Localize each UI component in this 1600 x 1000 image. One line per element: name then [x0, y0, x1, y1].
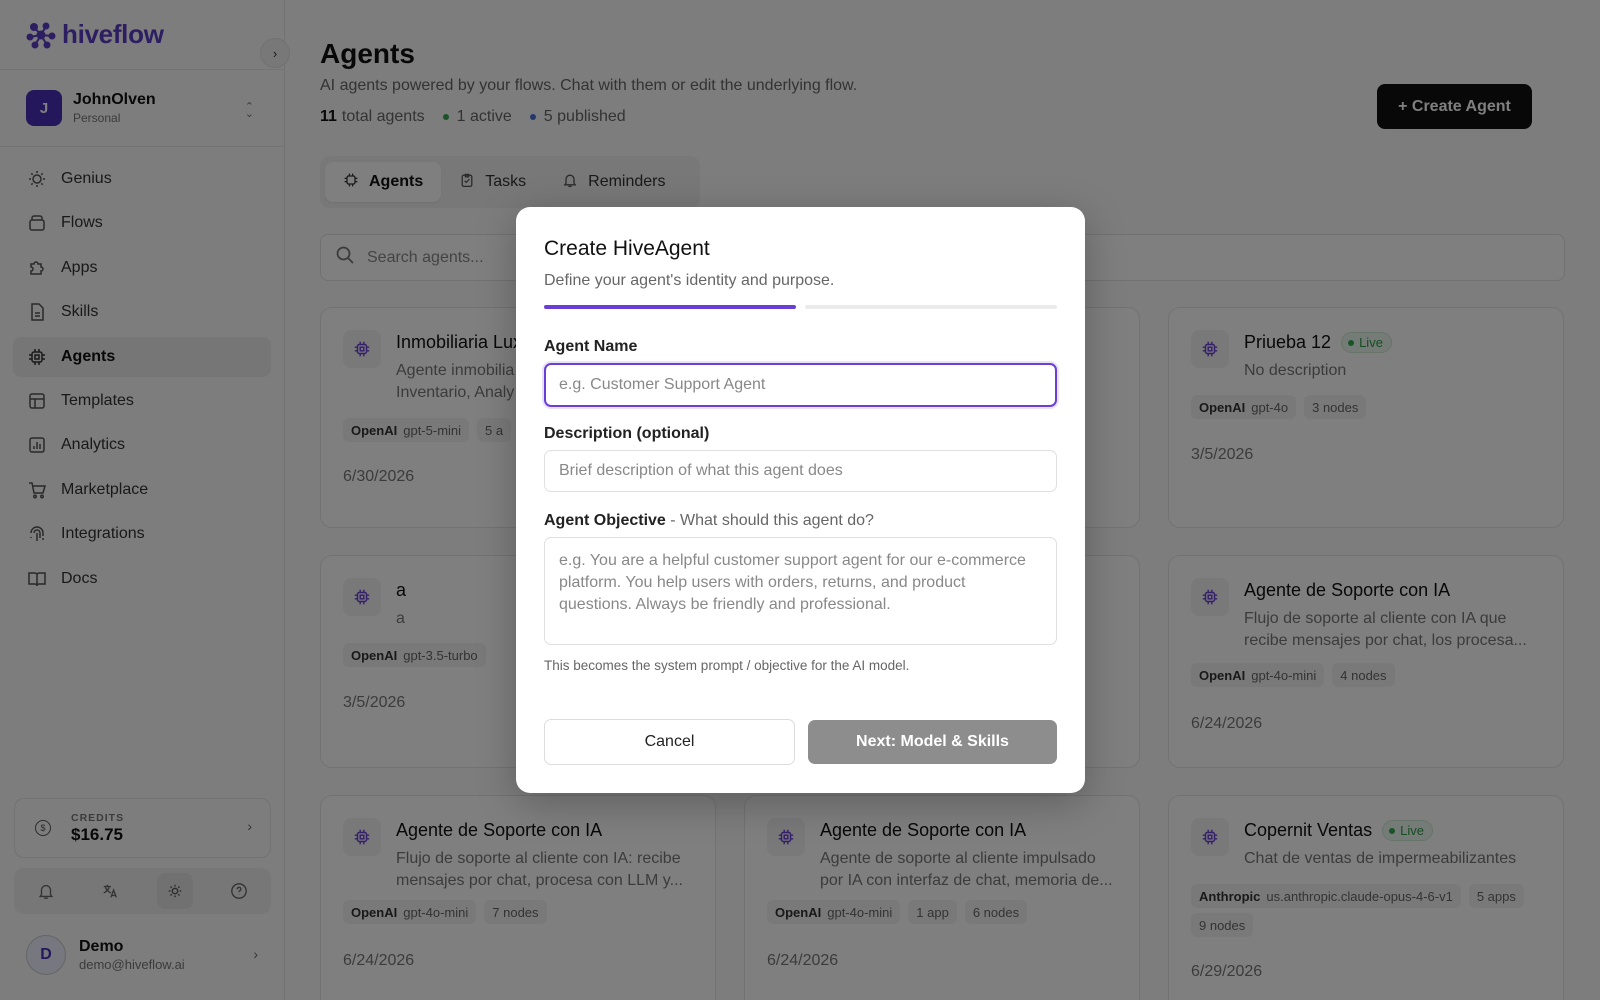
step-2-indicator [805, 305, 1057, 309]
step-1-indicator [544, 305, 796, 309]
cancel-button[interactable]: Cancel [544, 719, 795, 765]
objective-textarea[interactable]: e.g. You are a helpful customer support … [544, 537, 1057, 645]
next-button[interactable]: Next: Model & Skills [808, 720, 1057, 764]
agent-name-input[interactable]: e.g. Customer Support Agent [544, 363, 1057, 407]
dialog-title: Create HiveAgent [544, 237, 710, 260]
objective-label-text: Agent Objective [544, 512, 666, 529]
create-agent-dialog: Create HiveAgent Define your agent's ide… [516, 207, 1085, 793]
dialog-subtitle: Define your agent's identity and purpose… [544, 272, 835, 289]
objective-help-text: This becomes the system prompt / objecti… [544, 658, 910, 673]
description-input[interactable]: Brief description of what this agent doe… [544, 450, 1057, 492]
agent-name-label: Agent Name [544, 338, 638, 355]
objective-label: Agent Objective - What should this agent… [544, 512, 874, 530]
objective-hint: - What should this agent do? [665, 512, 874, 529]
description-label: Description (optional) [544, 425, 710, 442]
step-progress [544, 305, 1057, 309]
